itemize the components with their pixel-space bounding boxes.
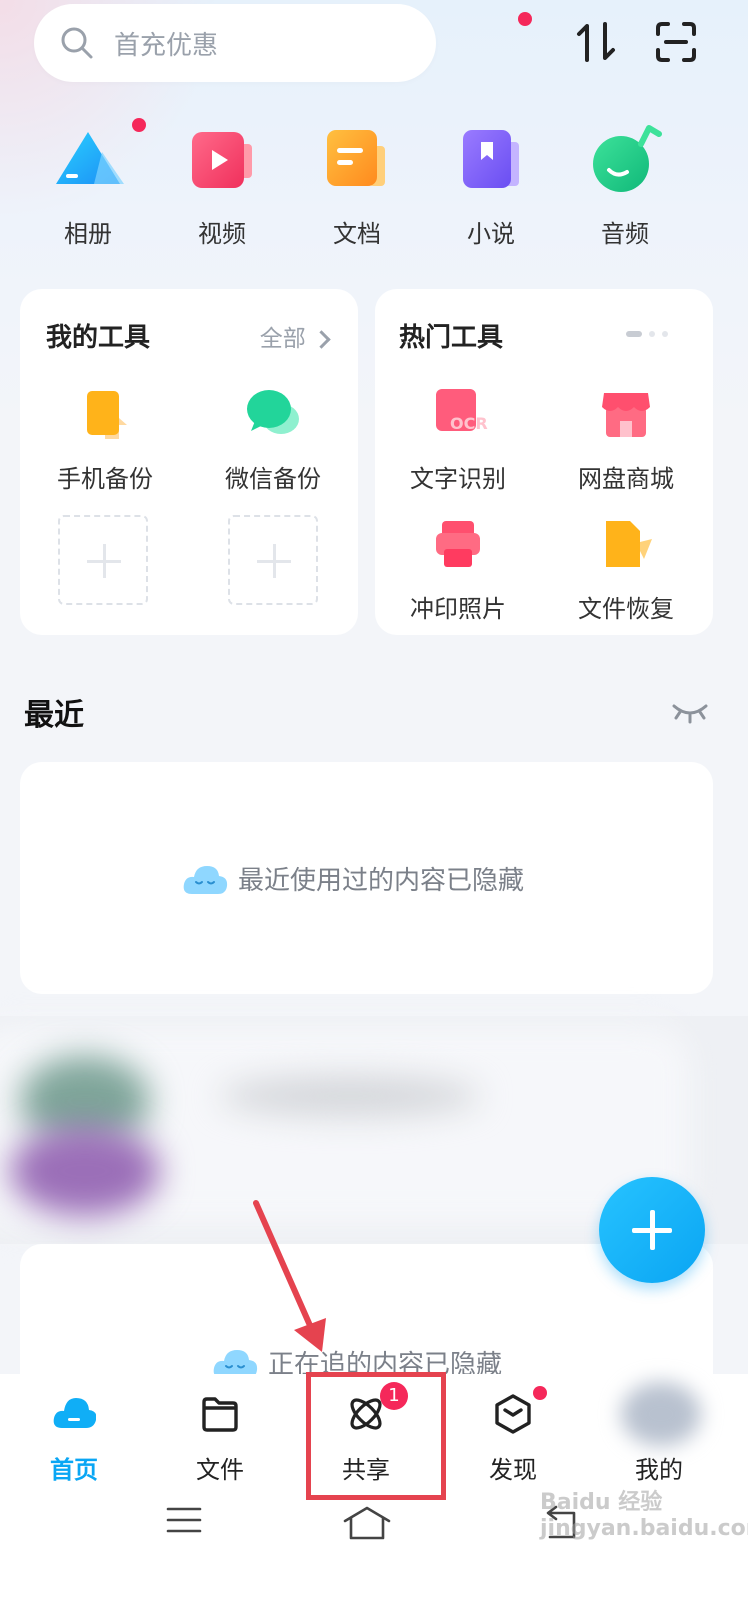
notification-dot: [518, 12, 532, 26]
discover-new-dot: [533, 1386, 547, 1400]
discover-cube-icon: [491, 1386, 547, 1436]
tool-label: 文件恢复: [578, 595, 674, 623]
tab-files[interactable]: 文件: [160, 1392, 280, 1485]
cloud-sleep-icon: [182, 862, 228, 896]
category-label: 小说: [467, 220, 515, 248]
home-outline-icon: [343, 1506, 391, 1540]
folder-icon: [198, 1392, 242, 1436]
page-indicator: [626, 322, 669, 341]
novel-icon: [453, 122, 529, 198]
transfer-button[interactable]: [572, 18, 620, 66]
audio-icon: [587, 122, 663, 198]
category-album[interactable]: 相册: [33, 118, 146, 249]
category-video[interactable]: 视频: [167, 122, 277, 249]
tool-file-recovery[interactable]: 文件恢复: [541, 515, 711, 624]
annotation-highlight-box: [306, 1372, 446, 1500]
home-cloud-icon: [52, 1392, 97, 1436]
scan-button[interactable]: [652, 18, 700, 66]
recent-hidden-text: 最近使用过的内容已隐藏: [238, 866, 525, 896]
tool-wechat-backup[interactable]: 微信备份: [188, 385, 358, 494]
tab-label: 首页: [50, 1456, 98, 1484]
video-icon: [184, 122, 260, 198]
document-icon: [319, 122, 395, 198]
my-tools-card: 我的工具 全部 手机备份 微信备份: [20, 289, 358, 635]
add-tool-slot[interactable]: [228, 515, 318, 605]
tab-label: 我的: [635, 1456, 683, 1484]
category-label: 文档: [333, 220, 381, 248]
system-home-button[interactable]: [342, 1505, 392, 1545]
search-placeholder: 首充优惠: [114, 30, 219, 61]
tool-print-photo[interactable]: 冲印照片: [373, 515, 543, 624]
tab-label: 发现: [489, 1456, 537, 1484]
my-tools-all-link[interactable]: 全部: [259, 319, 331, 353]
search-bar[interactable]: 首充优惠: [34, 4, 436, 82]
my-tools-title: 我的工具: [46, 323, 151, 353]
tool-label: 冲印照片: [410, 595, 506, 623]
category-document[interactable]: 文档: [302, 122, 412, 249]
scan-icon: [656, 22, 696, 62]
recent-title: 最近: [24, 698, 84, 733]
tool-phone-backup[interactable]: 手机备份: [20, 385, 190, 494]
tool-label: 微信备份: [225, 465, 321, 493]
category-audio[interactable]: 音频: [570, 122, 680, 249]
tab-mine[interactable]: 我的: [599, 1382, 719, 1485]
phone-backup-icon: [75, 385, 135, 445]
wechat-backup-icon: [243, 385, 303, 445]
album-icon: [50, 118, 146, 198]
transfer-arrows-icon: [577, 22, 615, 62]
avatar: [621, 1382, 701, 1446]
system-menu-button[interactable]: [166, 1505, 202, 1539]
album-new-dot: [132, 118, 146, 132]
category-label: 音频: [601, 220, 649, 248]
file-recovery-icon: [596, 515, 656, 575]
recent-hidden-message: 最近使用过的内容已隐藏: [182, 860, 524, 897]
add-tool-slot[interactable]: [58, 515, 148, 605]
hot-tools-title: 热门工具: [399, 323, 504, 353]
add-fab-button[interactable]: [599, 1177, 705, 1283]
tool-label: 网盘商城: [578, 465, 674, 493]
hide-eye-button[interactable]: [672, 700, 708, 728]
tool-ocr[interactable]: OCR 文字识别: [373, 385, 543, 494]
baidu-watermark: Baidu 经验 jingyan.baidu.com: [540, 1490, 748, 1541]
chevron-right-icon: [312, 330, 331, 349]
all-link-label: 全部: [259, 326, 306, 352]
menu-lines-icon: [166, 1507, 202, 1533]
tab-home[interactable]: 首页: [14, 1392, 134, 1485]
category-novel[interactable]: 小说: [436, 122, 546, 249]
category-label: 相册: [64, 220, 112, 248]
print-photo-icon: [428, 515, 488, 575]
hot-tools-card: 热门工具 OCR 文字识别 网盘商城 冲印照片 文件恢复: [375, 289, 713, 635]
tool-label: 文字识别: [410, 465, 506, 493]
ocr-icon: OCR: [428, 385, 488, 445]
store-icon: [596, 385, 656, 445]
recent-card: 最近使用过的内容已隐藏: [20, 762, 713, 994]
tab-discover[interactable]: 发现: [453, 1386, 573, 1485]
category-row: 相册 视频 文档 小说 音频: [0, 118, 748, 252]
svg-text:OCR: OCR: [450, 414, 488, 433]
search-icon: [60, 26, 94, 60]
tool-label: 手机备份: [57, 465, 153, 493]
tab-label: 文件: [196, 1456, 244, 1484]
closed-eye-icon: [672, 704, 708, 724]
category-label: 视频: [198, 220, 246, 248]
tool-store[interactable]: 网盘商城: [541, 385, 711, 494]
